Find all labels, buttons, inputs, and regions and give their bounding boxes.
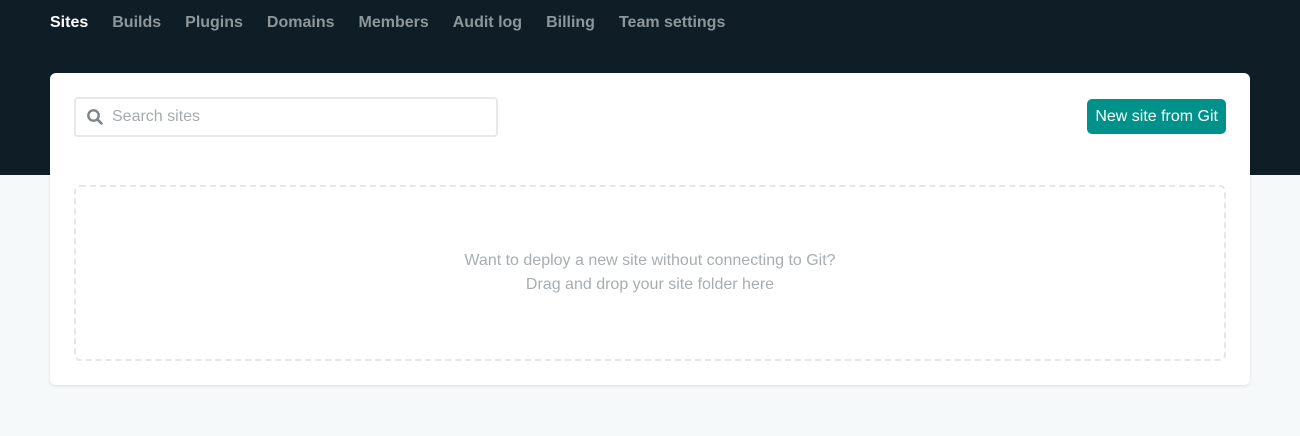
- nav-item-members[interactable]: Members: [359, 14, 429, 32]
- new-site-from-git-button[interactable]: New site from Git: [1087, 99, 1226, 134]
- nav-item-domains[interactable]: Domains: [267, 14, 335, 32]
- team-nav: Sites Builds Plugins Domains Members Aud…: [50, 12, 725, 34]
- nav-item-team-settings[interactable]: Team settings: [619, 14, 725, 32]
- drop-zone-line-1: Want to deploy a new site without connec…: [464, 252, 836, 269]
- search-input[interactable]: [112, 108, 482, 126]
- nav-item-audit-log[interactable]: Audit log: [453, 14, 522, 32]
- drop-zone-line-2: Drag and drop your site folder here: [525, 276, 775, 293]
- sites-card: New site from Git Want to deploy a new s…: [50, 73, 1250, 385]
- nav-item-plugins[interactable]: Plugins: [185, 14, 243, 32]
- search-icon: [87, 109, 103, 125]
- nav-item-billing[interactable]: Billing: [546, 14, 595, 32]
- drop-zone[interactable]: Want to deploy a new site without connec…: [74, 185, 1226, 361]
- nav-item-builds[interactable]: Builds: [112, 14, 161, 32]
- search-box[interactable]: [74, 97, 498, 137]
- nav-item-sites[interactable]: Sites: [50, 14, 88, 32]
